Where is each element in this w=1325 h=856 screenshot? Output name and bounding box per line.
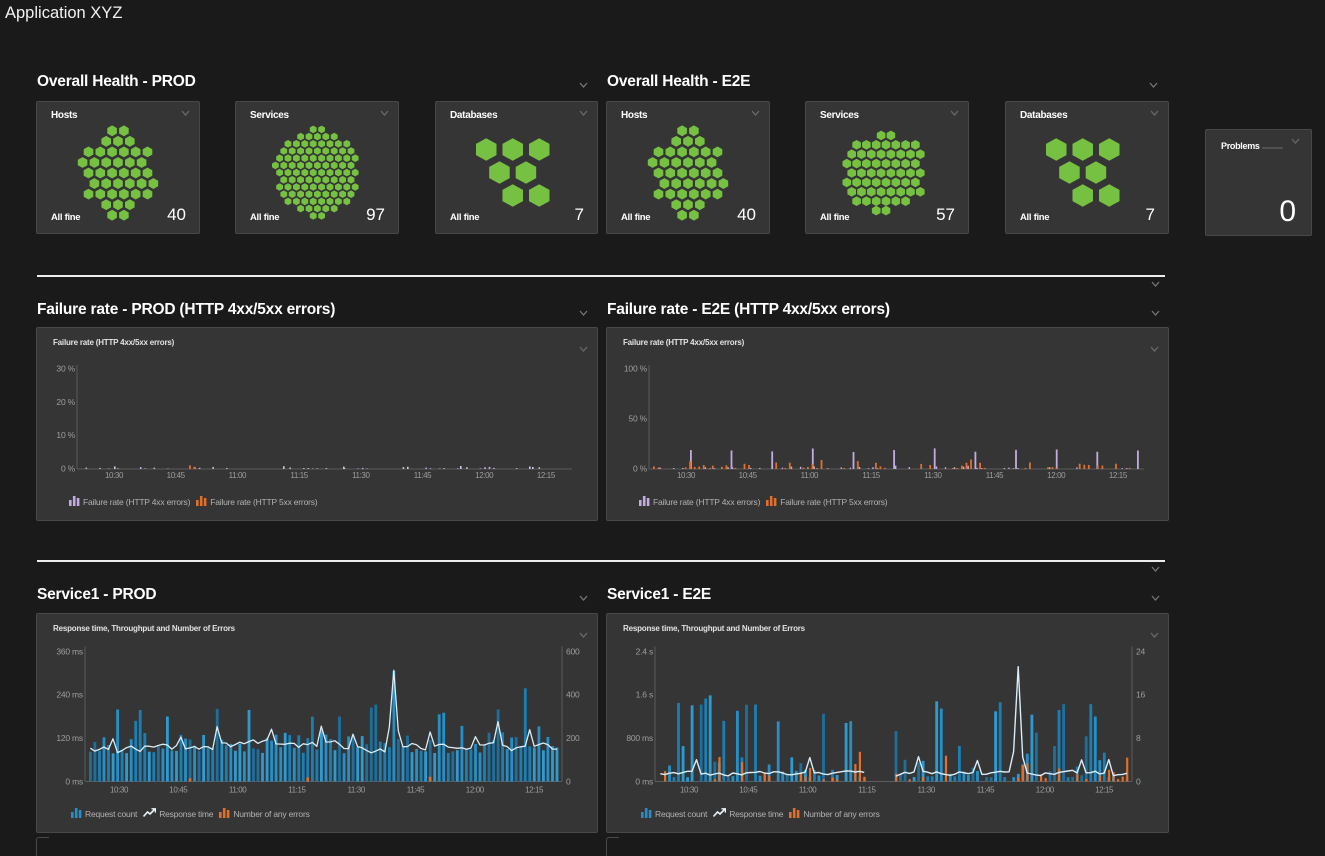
svg-text:200: 200 xyxy=(566,733,580,743)
svg-text:20 %: 20 % xyxy=(56,397,75,407)
svg-text:600: 600 xyxy=(566,646,580,656)
svg-text:11:45: 11:45 xyxy=(986,471,1004,480)
svg-text:12:15: 12:15 xyxy=(525,786,544,795)
svg-text:11:00: 11:00 xyxy=(229,471,247,480)
svg-text:12:15: 12:15 xyxy=(1095,786,1114,795)
svg-text:0 %: 0 % xyxy=(633,464,648,474)
svg-text:11:45: 11:45 xyxy=(414,471,432,480)
svg-text:100 %: 100 % xyxy=(624,364,648,374)
svg-text:1.6 s: 1.6 s xyxy=(636,690,653,700)
svg-text:10:45: 10:45 xyxy=(739,786,758,795)
svg-text:0 %: 0 % xyxy=(61,463,76,473)
svg-text:0: 0 xyxy=(1136,777,1141,787)
svg-text:11:30: 11:30 xyxy=(917,786,935,795)
svg-text:12:00: 12:00 xyxy=(466,786,485,795)
svg-text:11:15: 11:15 xyxy=(858,786,876,795)
svg-text:240 ms: 240 ms xyxy=(56,690,83,700)
svg-text:120 ms: 120 ms xyxy=(56,733,83,743)
svg-text:400: 400 xyxy=(566,690,580,700)
svg-text:360 ms: 360 ms xyxy=(56,646,83,656)
svg-text:10 %: 10 % xyxy=(56,430,75,440)
svg-text:11:45: 11:45 xyxy=(977,786,995,795)
svg-text:11:15: 11:15 xyxy=(290,471,308,480)
svg-text:11:30: 11:30 xyxy=(347,786,365,795)
svg-text:11:30: 11:30 xyxy=(924,471,942,480)
svg-text:10:45: 10:45 xyxy=(739,471,758,480)
svg-text:24: 24 xyxy=(1136,646,1146,656)
svg-text:12:15: 12:15 xyxy=(537,471,556,480)
svg-text:11:15: 11:15 xyxy=(862,471,880,480)
svg-text:10:30: 10:30 xyxy=(680,786,699,795)
svg-text:8: 8 xyxy=(1136,733,1141,743)
svg-text:0: 0 xyxy=(566,777,571,787)
svg-text:0 ms: 0 ms xyxy=(635,777,653,787)
svg-text:11:00: 11:00 xyxy=(801,471,819,480)
svg-text:800 ms: 800 ms xyxy=(626,733,653,743)
svg-text:10:30: 10:30 xyxy=(110,786,129,795)
svg-text:50 %: 50 % xyxy=(628,414,647,424)
svg-text:11:00: 11:00 xyxy=(229,786,247,795)
svg-text:12:15: 12:15 xyxy=(1109,471,1128,480)
svg-text:12:00: 12:00 xyxy=(1047,471,1066,480)
svg-text:11:00: 11:00 xyxy=(799,786,817,795)
svg-text:12:00: 12:00 xyxy=(475,471,494,480)
svg-text:10:45: 10:45 xyxy=(167,471,186,480)
svg-text:30 %: 30 % xyxy=(56,364,75,374)
svg-text:2.4 s: 2.4 s xyxy=(636,646,653,656)
svg-text:11:15: 11:15 xyxy=(288,786,306,795)
svg-text:11:30: 11:30 xyxy=(352,471,370,480)
svg-text:10:45: 10:45 xyxy=(169,786,188,795)
svg-text:11:45: 11:45 xyxy=(407,786,425,795)
svg-text:0 ms: 0 ms xyxy=(65,777,83,787)
svg-text:10:30: 10:30 xyxy=(677,471,696,480)
svg-text:16: 16 xyxy=(1136,690,1146,700)
svg-text:12:00: 12:00 xyxy=(1036,786,1055,795)
svg-text:10:30: 10:30 xyxy=(105,471,124,480)
